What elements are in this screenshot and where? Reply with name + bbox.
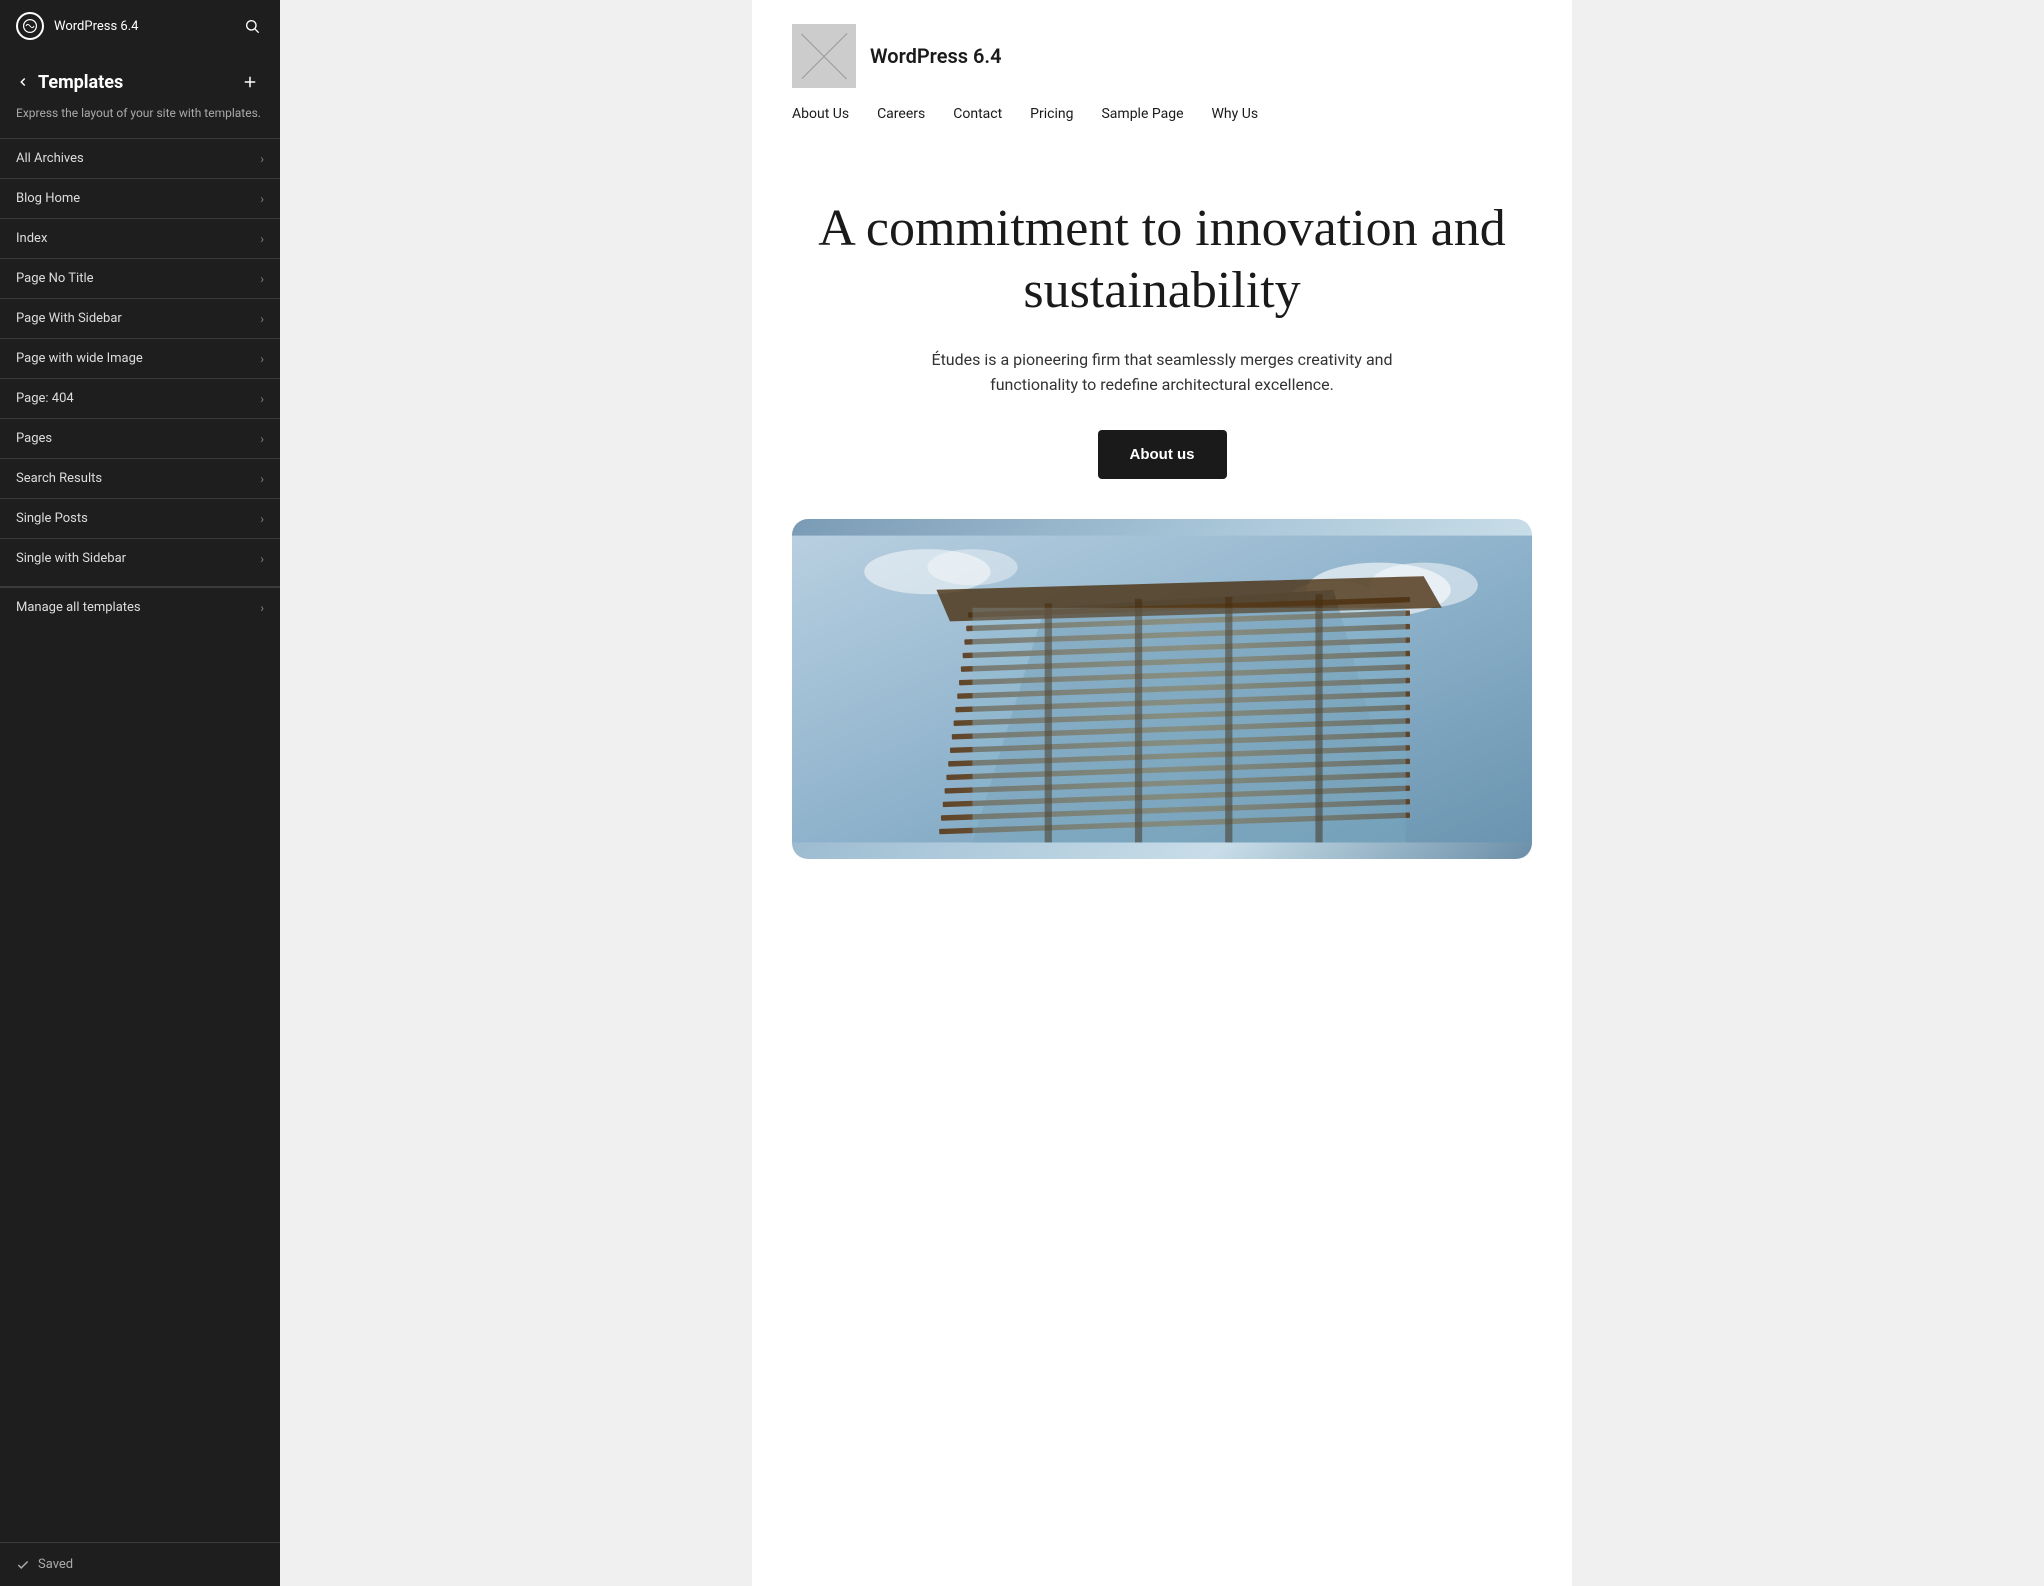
chevron-right-icon: › bbox=[260, 232, 264, 246]
site-nav-pricing[interactable]: Pricing bbox=[1030, 106, 1073, 122]
main-preview: WordPress 6.4 About Us Careers Contact Pric… bbox=[280, 0, 2044, 1586]
wp-version-label: WordPress 6.4 bbox=[54, 19, 230, 34]
back-button[interactable] bbox=[16, 75, 30, 89]
sidebar-item-label: Page with wide Image bbox=[16, 351, 260, 366]
templates-nav: All Archives › Blog Home › Index › Page … bbox=[0, 138, 280, 1542]
building-illustration bbox=[792, 519, 1532, 859]
site-nav-why-us[interactable]: Why Us bbox=[1212, 106, 1259, 122]
manage-all-templates-item[interactable]: Manage all templates › bbox=[0, 586, 280, 627]
sidebar-item-label: Single with Sidebar bbox=[16, 551, 260, 566]
sidebar-title: Templates bbox=[38, 72, 236, 93]
chevron-right-icon: › bbox=[260, 512, 264, 526]
hero-image-section bbox=[752, 519, 1572, 899]
sidebar-footer: Saved bbox=[0, 1542, 280, 1586]
preview-frame: WordPress 6.4 About Us Careers Contact Pric… bbox=[752, 0, 1572, 1586]
sidebar-item-label: All Archives bbox=[16, 151, 260, 166]
topbar: WordPress 6.4 bbox=[0, 0, 280, 52]
sidebar-item-label: Single Posts bbox=[16, 511, 260, 526]
site-branding: WordPress 6.4 bbox=[792, 24, 1532, 88]
site-nav: About Us Careers Contact Pricing Sample Page… bbox=[792, 106, 1532, 122]
sidebar-item-label: Blog Home bbox=[16, 191, 260, 206]
chevron-right-icon: › bbox=[260, 352, 264, 366]
hero-description: Études is a pioneering firm that seamles… bbox=[902, 347, 1422, 398]
chevron-right-icon: › bbox=[260, 432, 264, 446]
add-template-button[interactable] bbox=[236, 68, 264, 96]
sidebar-item-single-with-sidebar[interactable]: Single with Sidebar › bbox=[0, 538, 280, 578]
sidebar-description: Express the layout of your site with tem… bbox=[0, 104, 280, 138]
sidebar-item-page-no-title[interactable]: Page No Title › bbox=[0, 258, 280, 298]
chevron-right-icon: › bbox=[260, 312, 264, 326]
wp-logo bbox=[16, 12, 44, 40]
saved-label: Saved bbox=[38, 1557, 73, 1572]
sidebar-item-label: Page With Sidebar bbox=[16, 311, 260, 326]
sidebar-item-label: Search Results bbox=[16, 471, 260, 486]
sidebar-item-pages[interactable]: Pages › bbox=[0, 418, 280, 458]
sidebar-item-label: Pages bbox=[16, 431, 260, 446]
sidebar-header: Templates bbox=[0, 52, 280, 104]
hero-section: A commitment to innovation and sustainab… bbox=[752, 138, 1572, 519]
site-logo bbox=[792, 24, 856, 88]
sidebar-item-page-404[interactable]: Page: 404 › bbox=[0, 378, 280, 418]
chevron-right-icon: › bbox=[260, 472, 264, 486]
sidebar-item-label: Page No Title bbox=[16, 271, 260, 286]
hero-button[interactable]: About us bbox=[1098, 430, 1227, 479]
sidebar-item-blog-home[interactable]: Blog Home › bbox=[0, 178, 280, 218]
sidebar-item-page-with-sidebar[interactable]: Page With Sidebar › bbox=[0, 298, 280, 338]
hero-title: A commitment to innovation and sustainab… bbox=[792, 198, 1532, 323]
sidebar: WordPress 6.4 Templates Express the layo… bbox=[0, 0, 280, 1586]
chevron-right-icon: › bbox=[260, 552, 264, 566]
search-button[interactable] bbox=[240, 14, 264, 38]
chevron-right-icon: › bbox=[260, 152, 264, 166]
site-name: WordPress 6.4 bbox=[870, 44, 1002, 68]
chevron-right-icon: › bbox=[260, 601, 264, 615]
site-nav-sample-page[interactable]: Sample Page bbox=[1101, 106, 1183, 122]
manage-templates-label: Manage all templates bbox=[16, 600, 260, 615]
sidebar-item-index[interactable]: Index › bbox=[0, 218, 280, 258]
saved-check-icon bbox=[16, 1558, 30, 1572]
sidebar-item-single-posts[interactable]: Single Posts › bbox=[0, 498, 280, 538]
site-nav-contact[interactable]: Contact bbox=[953, 106, 1002, 122]
site-nav-careers[interactable]: Careers bbox=[877, 106, 925, 122]
chevron-right-icon: › bbox=[260, 392, 264, 406]
hero-image bbox=[792, 519, 1532, 859]
chevron-right-icon: › bbox=[260, 272, 264, 286]
sidebar-item-page-with-wide-image[interactable]: Page with wide Image › bbox=[0, 338, 280, 378]
site-nav-about-us[interactable]: About Us bbox=[792, 106, 849, 122]
sidebar-item-label: Page: 404 bbox=[16, 391, 260, 406]
site-header: WordPress 6.4 About Us Careers Contact Pric… bbox=[752, 0, 1572, 138]
sidebar-item-label: Index bbox=[16, 231, 260, 246]
sidebar-item-all-archives[interactable]: All Archives › bbox=[0, 138, 280, 178]
sidebar-item-search-results[interactable]: Search Results › bbox=[0, 458, 280, 498]
chevron-right-icon: › bbox=[260, 192, 264, 206]
